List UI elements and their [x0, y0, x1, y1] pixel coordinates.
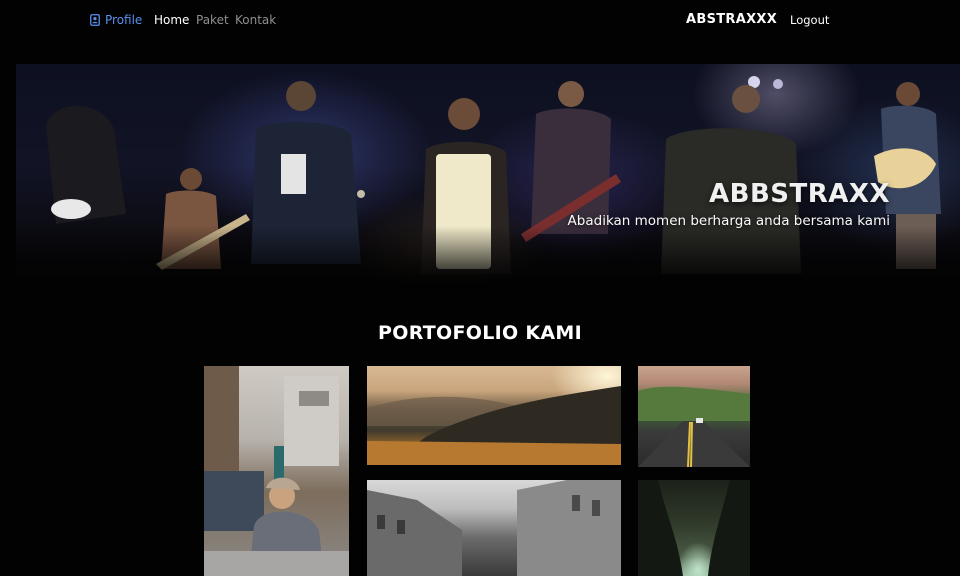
hero-title: ABBSTRAXX	[709, 179, 890, 209]
nav-link-paket[interactable]: Paket	[196, 13, 229, 27]
portfolio-photo-street-portrait[interactable]	[204, 366, 349, 576]
bw-street-image	[367, 480, 621, 576]
hero-banner: ABBSTRAXX Abadikan momen berharga anda b…	[16, 64, 960, 286]
brand-name[interactable]: ABSTRAXXX	[686, 12, 777, 27]
hero-subtitle: Abadikan momen berharga anda bersama kam…	[567, 213, 890, 229]
portfolio-photo-winding-road[interactable]	[638, 366, 750, 467]
mountain-sunset-image	[367, 386, 621, 465]
nav-link-kontak[interactable]: Kontak	[235, 13, 276, 27]
portfolio-photo-mountain-sunset[interactable]	[367, 366, 621, 465]
portfolio-photo-tree-tunnel[interactable]	[638, 480, 750, 576]
profile-label: Profile	[105, 13, 143, 27]
navbar: Profile Home Paket Kontak ABSTRAXXX Logo…	[0, 0, 960, 42]
hero-fade	[16, 226, 960, 286]
user-badge-icon	[90, 14, 100, 26]
portfolio-photo-bw-street[interactable]	[367, 480, 621, 576]
winding-road-image	[638, 386, 750, 467]
nav-link-home[interactable]: Home	[154, 13, 189, 27]
logout-button[interactable]: Logout	[790, 13, 829, 27]
tree-tunnel-image	[638, 480, 750, 576]
portfolio-title: PORTOFOLIO KAMI	[378, 322, 582, 344]
profile-link[interactable]: Profile	[90, 13, 142, 27]
street-portrait-image	[204, 366, 349, 576]
